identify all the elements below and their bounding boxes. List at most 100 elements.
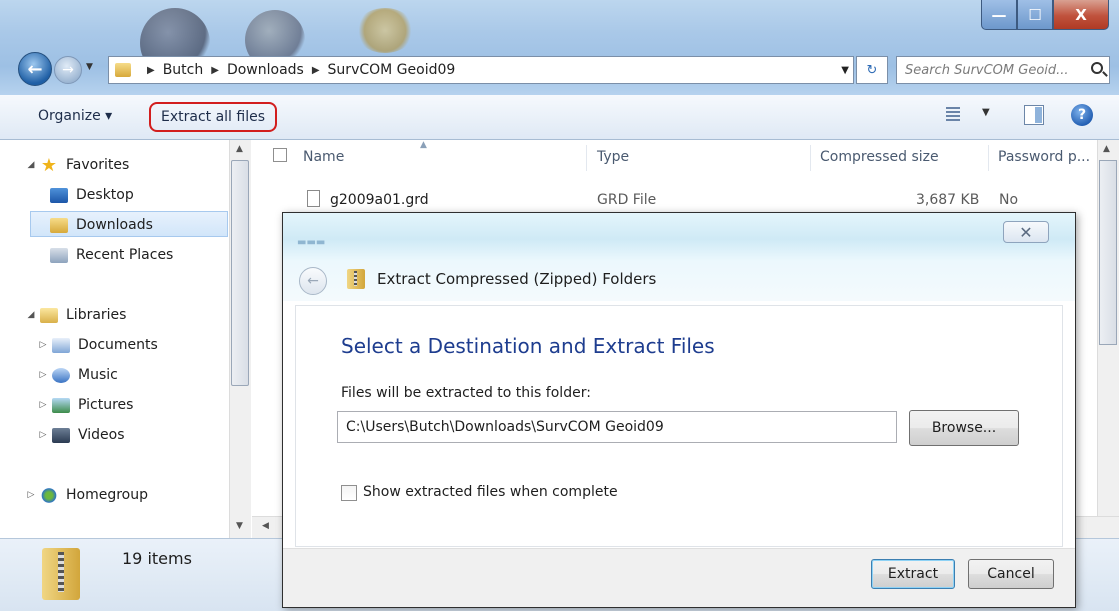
nav-favorites-label: Favorites [66,157,130,173]
nav-item-label: Music [78,367,118,383]
file-type: GRD File [597,192,657,208]
collapse-arrow-icon[interactable]: ▷ [38,400,48,410]
window-controls: — ☐ X [981,0,1109,30]
column-header-type[interactable]: Type [597,149,629,165]
chevron-right-icon[interactable]: ▶ [147,65,155,76]
breadcrumb-downloads[interactable]: Downloads [227,62,304,78]
downloads-folder-icon [50,217,68,233]
nav-item-downloads[interactable]: Downloads [50,212,153,238]
nav-item-videos[interactable]: ▷ Videos [38,422,125,448]
nav-item-pictures[interactable]: ▷ Pictures [38,392,134,418]
breadcrumb-survcom-geoid09[interactable]: SurvCOM Geoid09 [328,62,456,78]
arrow-right-icon: → [62,62,74,78]
column-divider[interactable] [988,145,989,171]
forward-button[interactable]: → [54,56,82,84]
search-placeholder: Search SurvCOM Geoid... [905,62,1069,78]
minimize-button[interactable]: — [981,0,1017,30]
destination-path-input[interactable] [337,411,897,443]
close-window-button[interactable]: X [1053,0,1109,30]
folder-icon [115,63,131,77]
nav-pane-scroll-thumb[interactable] [231,160,249,386]
nav-item-label: Videos [78,427,125,443]
chevron-right-icon[interactable]: ▶ [211,65,219,76]
documents-icon [52,337,70,353]
dialog-back-button[interactable]: ← [299,267,327,295]
address-bar[interactable]: ▶ Butch ▶ Downloads ▶ SurvCOM Geoid09 ▼ [108,56,854,84]
cancel-button[interactable]: Cancel [968,559,1054,589]
nav-favorites[interactable]: ◢ ★ Favorites [26,152,130,178]
extract-button[interactable]: Extract [871,559,955,589]
select-all-checkbox[interactable] [273,148,287,162]
preview-pane-icon[interactable] [1024,105,1044,125]
nav-item-desktop[interactable]: Desktop [50,182,134,208]
collapse-arrow-icon[interactable]: ▷ [38,340,48,350]
nav-item-documents[interactable]: ▷ Documents [38,332,158,358]
file-list-scroll-thumb[interactable] [1099,160,1117,345]
chevron-right-icon[interactable]: ▶ [312,65,320,76]
column-divider[interactable] [586,145,587,171]
scroll-up-arrow-icon[interactable]: ▲ [236,144,243,154]
collapse-arrow-icon[interactable]: ▷ [38,370,48,380]
nav-item-label: Pictures [78,397,134,413]
reflection-decor: ▬▬▬ [297,237,326,248]
address-history-dropdown[interactable]: ▼ [841,65,849,76]
maximize-button[interactable]: ☐ [1017,0,1053,30]
arrow-left-icon: ← [307,273,319,289]
scroll-up-arrow-icon[interactable]: ▲ [1103,144,1110,154]
refresh-button[interactable]: ↻ [856,56,888,84]
nav-libraries[interactable]: ◢ Libraries [26,302,127,328]
expand-arrow-icon[interactable]: ◢ [26,160,36,170]
nav-libraries-label: Libraries [66,307,127,323]
videos-icon [52,427,70,443]
column-header-password[interactable]: Password p... [998,149,1090,165]
file-name: g2009a01.grd [330,192,429,208]
sort-ascending-icon: ▲ [420,140,427,150]
search-box[interactable]: Search SurvCOM Geoid... [896,56,1110,84]
item-count: 19 items [122,549,192,568]
nav-item-label: Downloads [76,217,153,233]
nav-homegroup[interactable]: ▷ Homegroup [26,482,148,508]
expand-arrow-icon[interactable]: ◢ [26,310,36,320]
dialog-footer [283,548,1075,607]
dialog-heading: Select a Destination and Extract Files [341,334,715,358]
nav-item-music[interactable]: ▷ Music [38,362,118,388]
homegroup-icon [40,487,58,503]
background-orb [355,8,415,53]
command-bar: Organize ▾ Extract all files ▼ ? [0,95,1119,140]
libraries-icon [40,307,58,323]
music-icon [52,367,70,383]
pictures-icon [52,397,70,413]
column-header-compressed-size[interactable]: Compressed size [820,149,939,165]
collapse-arrow-icon[interactable]: ▷ [38,430,48,440]
zip-folder-icon [42,548,80,600]
back-button[interactable]: ← [18,52,52,86]
nav-item-recent-places[interactable]: Recent Places [50,242,173,268]
nav-homegroup-label: Homegroup [66,487,149,503]
view-options-dropdown[interactable]: ▼ [982,107,990,118]
scroll-down-arrow-icon[interactable]: ▼ [236,521,243,531]
refresh-icon: ↻ [866,62,878,78]
browse-button[interactable]: Browse... [909,410,1019,446]
nav-item-label: Recent Places [76,247,174,263]
organize-menu[interactable]: Organize ▾ [38,108,112,124]
nav-item-label: Desktop [76,187,134,203]
extract-all-files-button[interactable]: Extract all files [149,102,277,132]
help-icon[interactable]: ? [1071,104,1093,126]
show-extracted-files-checkbox[interactable] [341,485,357,501]
dialog-close-button[interactable]: ✕ [1003,221,1049,243]
nav-item-label: Documents [78,337,158,353]
scroll-left-arrow-icon[interactable]: ◀ [262,521,269,531]
file-compressed-size: 3,687 KB [916,192,980,208]
search-icon[interactable] [1091,62,1103,74]
column-header-name[interactable]: Name [303,149,344,165]
show-extracted-files-label[interactable]: Show extracted files when complete [363,484,618,500]
collapse-arrow-icon[interactable]: ▷ [26,490,36,500]
star-icon: ★ [40,154,58,176]
file-icon [307,190,320,207]
dialog-title: Extract Compressed (Zipped) Folders [377,270,657,288]
recent-pages-dropdown[interactable]: ▼ [86,62,93,72]
breadcrumb-butch[interactable]: Butch [163,62,204,78]
view-options-icon[interactable] [946,107,960,121]
recent-places-icon [50,247,68,263]
column-divider[interactable] [810,145,811,171]
